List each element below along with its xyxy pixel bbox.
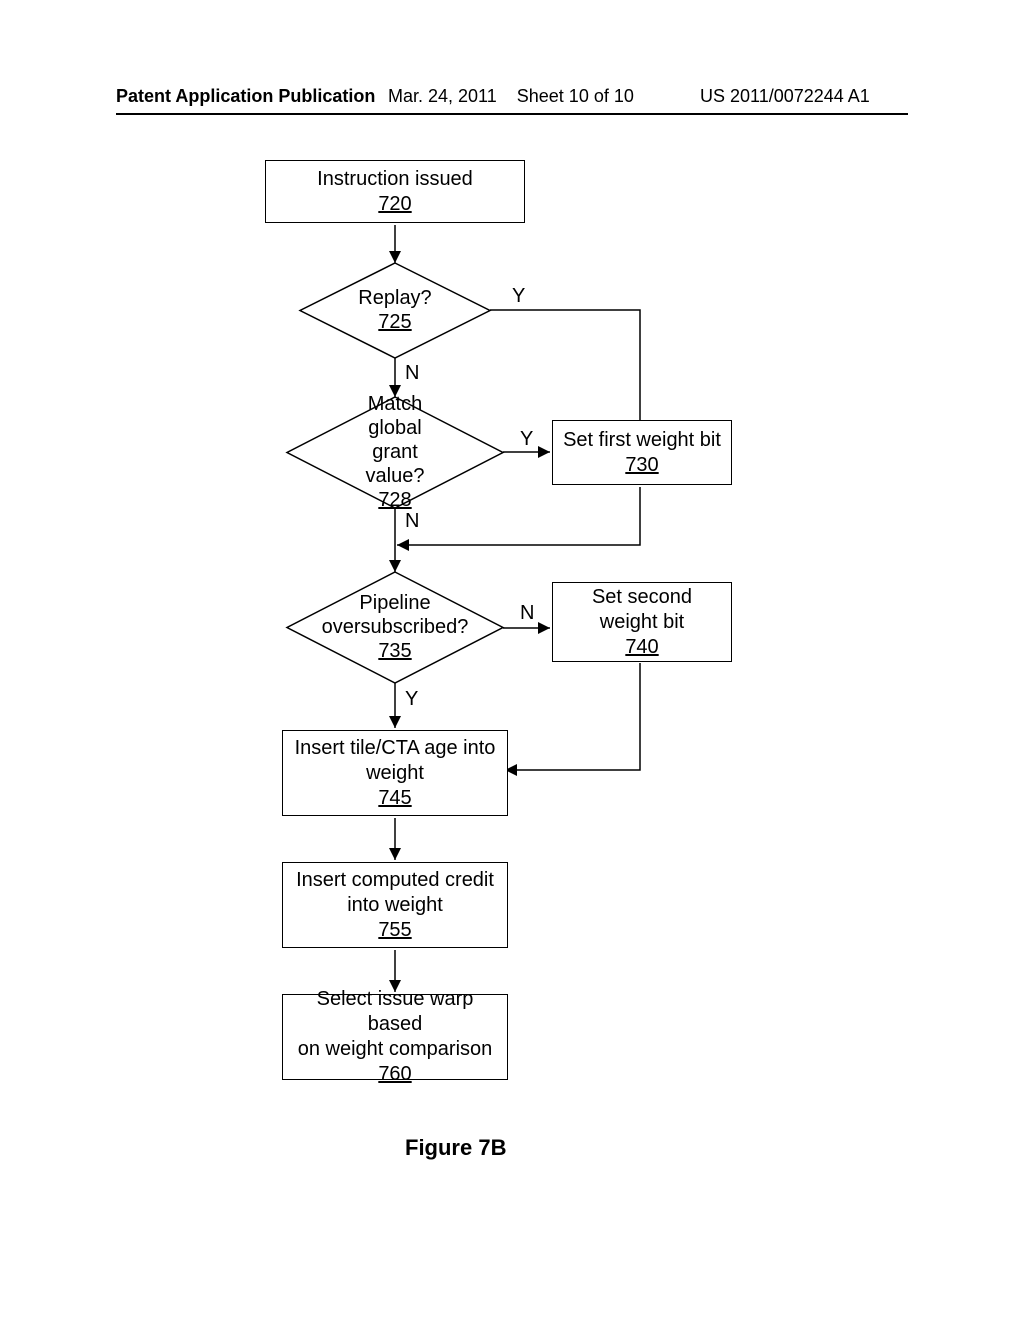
node-740: Set second weight bit 740	[552, 582, 732, 662]
node-740-text1: Set second	[559, 585, 725, 610]
node-725-ref: 725	[358, 310, 431, 334]
node-720-ref: 720	[272, 192, 518, 217]
node-755: Insert computed credit into weight 755	[282, 862, 508, 948]
connectors	[0, 150, 1024, 1210]
label-735-Y: Y	[405, 688, 418, 711]
node-728: Match global grant value? 728	[287, 397, 288, 398]
header-right: US 2011/0072244 A1	[700, 86, 870, 107]
node-755-ref: 755	[289, 918, 501, 943]
node-720: Instruction issued 720	[265, 160, 525, 223]
node-728-ref: 728	[366, 488, 425, 512]
node-740-text2: weight bit	[559, 610, 725, 635]
node-760-text1: Select issue warp based	[289, 987, 501, 1037]
node-755-text2: into weight	[289, 893, 501, 918]
label-728-Y: Y	[520, 428, 533, 451]
node-725: Replay? 725	[300, 263, 301, 264]
header-date: Mar. 24, 2011	[388, 86, 497, 106]
node-735: Pipeline oversubscribed? 735	[287, 572, 288, 573]
flowchart: Instruction issued 720 Replay? 725 Y N M…	[0, 150, 1024, 1210]
node-760-text2: on weight comparison	[289, 1037, 501, 1062]
label-725-Y: Y	[512, 285, 525, 308]
node-760: Select issue warp based on weight compar…	[282, 994, 508, 1080]
node-760-ref: 760	[289, 1062, 501, 1087]
node-745-text1: Insert tile/CTA age into	[289, 736, 501, 761]
label-735-N: N	[520, 602, 534, 625]
node-730-ref: 730	[559, 453, 725, 478]
node-730: Set first weight bit 730	[552, 420, 732, 485]
node-728-text2: global grant value?	[366, 416, 425, 488]
header-rule	[116, 113, 908, 115]
node-725-text: Replay?	[358, 286, 431, 310]
node-720-text: Instruction issued	[272, 167, 518, 192]
node-735-text1: Pipeline	[322, 591, 469, 615]
node-745-ref: 745	[289, 786, 501, 811]
node-735-text2: oversubscribed?	[322, 615, 469, 639]
label-728-N: N	[405, 510, 419, 533]
node-735-ref: 735	[322, 639, 469, 663]
node-730-text: Set first weight bit	[559, 428, 725, 453]
node-740-ref: 740	[559, 635, 725, 660]
node-745-text2: weight	[289, 761, 501, 786]
header-mid: Mar. 24, 2011 Sheet 10 of 10	[388, 86, 634, 107]
header-left: Patent Application Publication	[116, 86, 375, 107]
header-sheet: Sheet 10 of 10	[517, 86, 634, 106]
node-728-text1: Match	[366, 392, 425, 416]
label-725-N: N	[405, 362, 419, 385]
figure-caption: Figure 7B	[405, 1135, 506, 1161]
node-755-text1: Insert computed credit	[289, 868, 501, 893]
node-745: Insert tile/CTA age into weight 745	[282, 730, 508, 816]
